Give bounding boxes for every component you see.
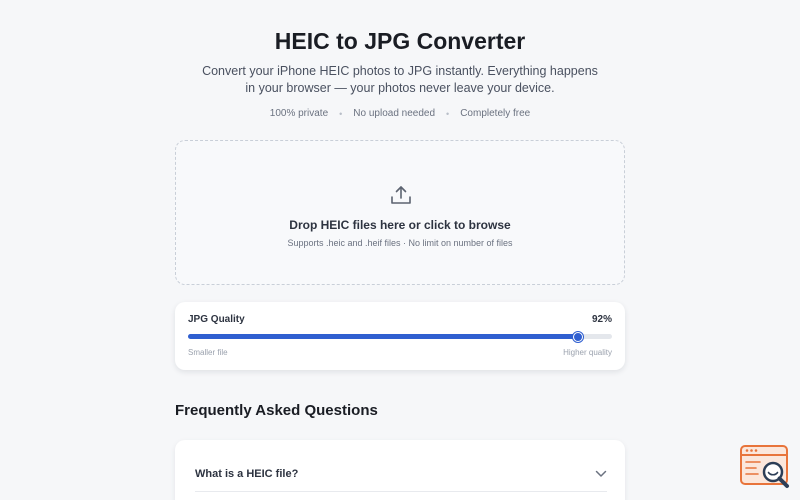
feature-free: Completely free — [460, 108, 531, 119]
upload-icon — [391, 186, 411, 204]
feature-list: 100% private • No upload needed • Comple… — [0, 108, 800, 119]
quality-value: 92% — [591, 314, 612, 325]
quality-card: JPG Quality 92% Smaller file Higher qual… — [175, 302, 625, 370]
quality-label: JPG Quality — [188, 314, 245, 325]
quality-slider-fill — [188, 334, 579, 339]
feature-private: 100% private — [269, 108, 329, 119]
faq-item[interactable]: What is a HEIC file? — [195, 460, 607, 492]
dropzone-subtitle: Supports .heic and .heif files · No limi… — [287, 238, 513, 248]
quality-slider[interactable] — [188, 331, 612, 342]
search-browser-icon[interactable] — [740, 443, 792, 493]
separator-dot: • — [446, 108, 450, 119]
page-subtitle: Convert your iPhone HEIC photos to JPG i… — [202, 64, 598, 95]
page-title: HEIC to JPG Converter — [274, 28, 526, 54]
quality-max-label: Higher quality — [563, 348, 612, 357]
faq-card: What is a HEIC file? — [175, 440, 625, 500]
chevron-down-icon — [595, 470, 607, 477]
faq-heading: Frequently Asked Questions — [175, 402, 378, 419]
quality-min-label: Smaller file — [188, 348, 228, 357]
page: HEIC to JPG Converter Convert your iPhon… — [0, 0, 800, 500]
quality-slider-thumb[interactable] — [573, 331, 584, 342]
separator-dot: • — [339, 108, 343, 119]
dropzone-title: Drop HEIC files here or click to browse — [289, 218, 511, 232]
feature-no-upload: No upload needed — [353, 108, 436, 119]
file-dropzone[interactable]: Drop HEIC files here or click to browse … — [175, 140, 625, 285]
faq-question: What is a HEIC file? — [195, 468, 299, 480]
